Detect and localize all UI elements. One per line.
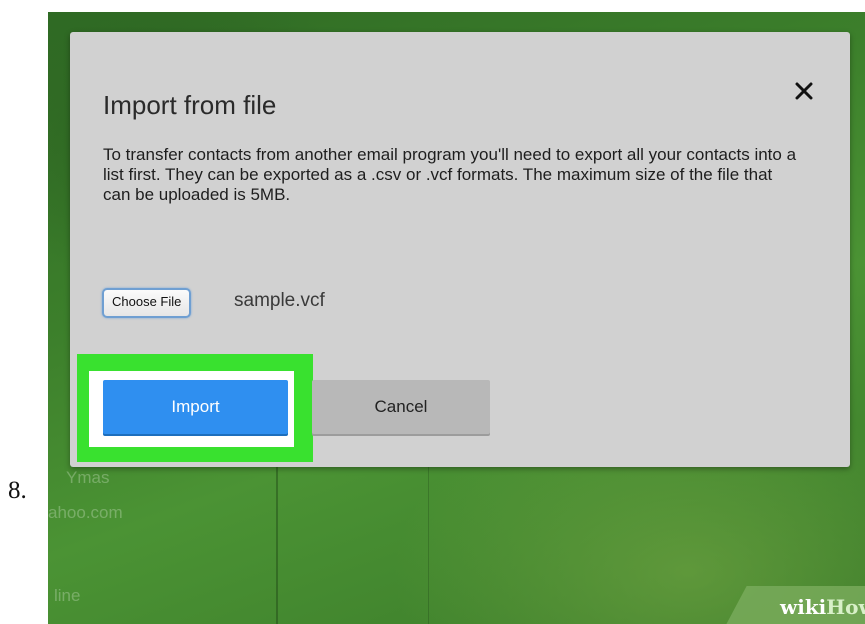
step-number: 8. (8, 477, 27, 504)
close-icon[interactable] (789, 76, 819, 106)
selected-file-name: sample.vcf (234, 290, 325, 311)
background-divider (428, 467, 429, 624)
import-button[interactable]: Import (103, 380, 288, 434)
dialog-description: To transfer contacts from another email … (103, 145, 797, 204)
background-contact-email: ahoo.com (48, 503, 123, 522)
background-contact-name: Ymas (66, 468, 110, 487)
choose-file-button[interactable]: Choose File (102, 288, 192, 318)
cancel-button[interactable]: Cancel (312, 380, 490, 434)
import-dialog: Import from file To transfer contacts fr… (70, 32, 850, 467)
watermark-how: How (826, 595, 865, 619)
background-divider (276, 467, 278, 624)
dialog-title: Import from file (103, 90, 277, 120)
wikihow-watermark: wikiHow (780, 595, 865, 619)
app-background: Ymas ahoo.com line Import from file To t… (48, 12, 865, 624)
watermark-wiki: wiki (780, 595, 827, 619)
background-status-text: line (54, 586, 81, 605)
